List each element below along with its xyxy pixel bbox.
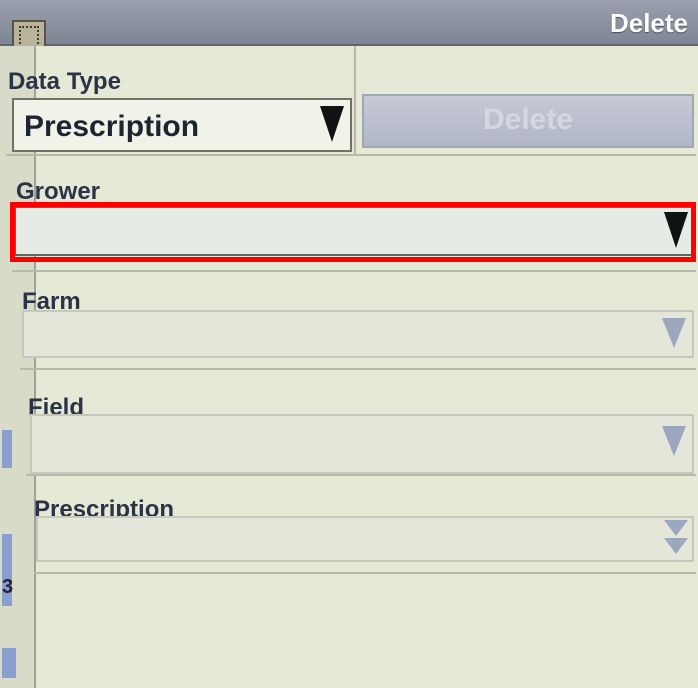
chevron-down-icon[interactable] — [662, 318, 686, 348]
data-type-select[interactable]: Prescription — [12, 98, 352, 152]
window-title: Delete — [609, 8, 688, 38]
data-type-label: Data Type — [8, 68, 121, 95]
side-chip — [2, 648, 16, 678]
chevron-down-icon[interactable] — [662, 426, 686, 456]
prescription-select[interactable] — [36, 516, 694, 562]
chevron-down-icon[interactable] — [664, 538, 688, 554]
farm-select[interactable] — [22, 310, 694, 358]
divider — [6, 154, 696, 156]
data-type-value: Prescription — [24, 110, 200, 143]
chevron-down-icon[interactable] — [664, 520, 688, 536]
grower-highlight — [10, 202, 696, 262]
divider — [26, 474, 696, 476]
divider — [354, 46, 356, 154]
title-bar: Delete — [0, 0, 698, 54]
chevron-down-icon[interactable] — [320, 106, 344, 142]
delete-button[interactable]: Delete — [362, 94, 694, 148]
divider — [20, 368, 696, 370]
field-select[interactable] — [30, 414, 694, 474]
side-digit: 3 — [2, 576, 14, 598]
divider — [34, 572, 696, 574]
divider — [12, 270, 696, 272]
side-chip — [2, 430, 12, 468]
